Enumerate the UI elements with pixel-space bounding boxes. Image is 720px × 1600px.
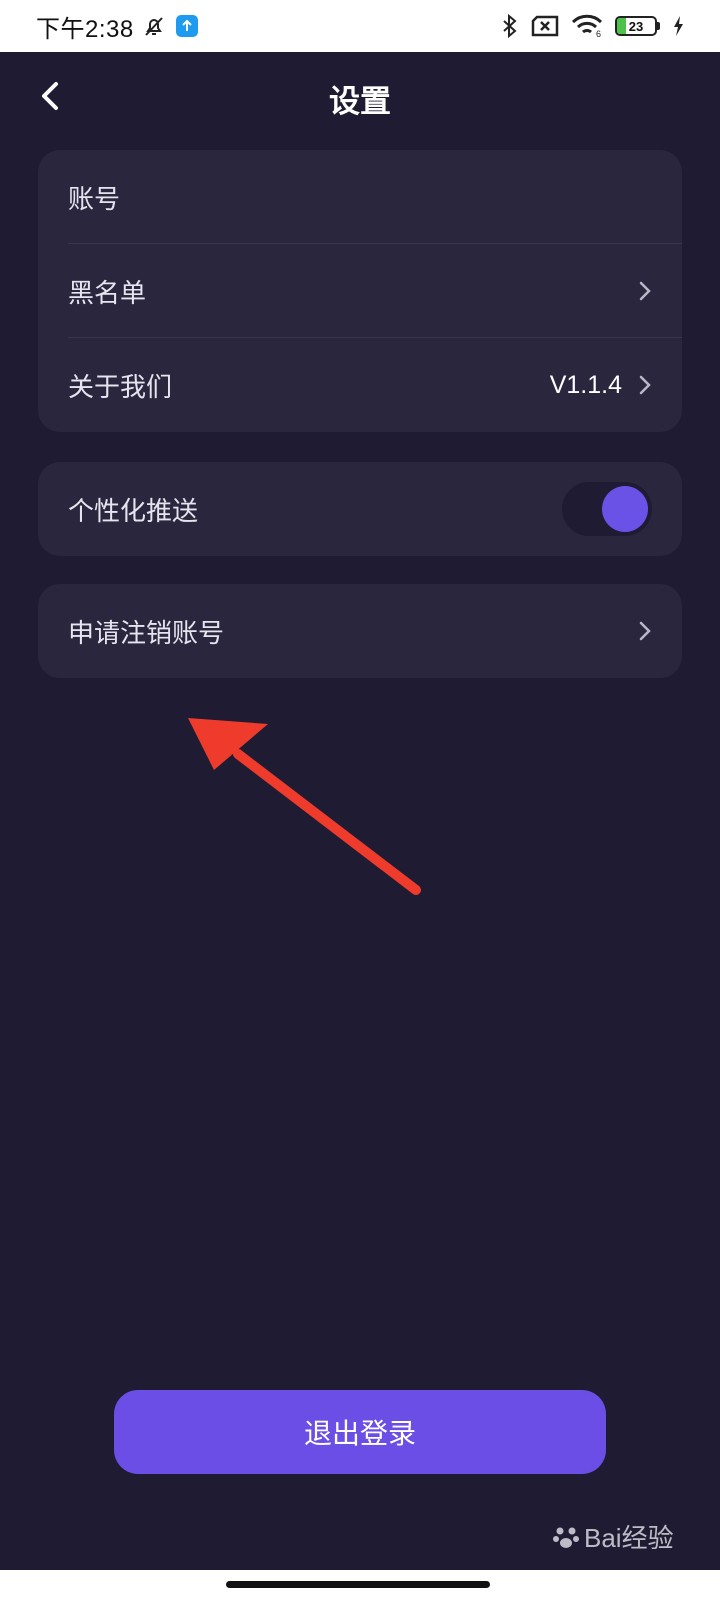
account-label: 账号	[68, 184, 121, 215]
battery-fill	[617, 18, 626, 34]
baidu-watermark: Bai经验	[552, 1518, 674, 1555]
blacklist-label: 黑名单	[68, 278, 147, 309]
chevron-right-icon	[639, 375, 651, 395]
account-settings-card: 账号 黑名单 关于我们 V1.1.4	[38, 150, 682, 432]
personalized-push-row: 个性化推送	[38, 462, 682, 556]
status-time: 下午2:38	[36, 15, 134, 43]
chevron-right-icon	[639, 281, 651, 301]
status-bar: 下午2:38 6 23	[0, 0, 720, 52]
app-notification-icon	[175, 15, 198, 37]
personalized-push-label: 个性化推送	[68, 496, 199, 527]
cancel-account-label: 申请注销账号	[68, 618, 225, 649]
blacklist-row[interactable]: 黑名单	[38, 244, 682, 338]
wifi-icon: 6	[571, 14, 603, 38]
version-value: V1.1.4	[549, 370, 622, 399]
cancel-account-card: 申请注销账号	[38, 584, 682, 678]
logout-button[interactable]: 退出登录	[114, 1390, 606, 1474]
bluetooth-icon	[503, 13, 517, 39]
sim-off-icon	[531, 15, 559, 37]
svg-text:6: 6	[596, 29, 601, 38]
watermark-text: Bai经验	[584, 1523, 674, 1553]
about-us-row[interactable]: 关于我们 V1.1.4	[38, 338, 682, 432]
personalized-push-toggle[interactable]	[562, 482, 652, 536]
battery-icon: 23	[615, 16, 660, 36]
home-indicator[interactable]	[226, 1581, 490, 1588]
account-row[interactable]: 账号	[38, 150, 682, 244]
toggle-knob	[602, 486, 648, 532]
chevron-right-icon	[639, 621, 651, 641]
status-left-icons	[142, 14, 198, 38]
paw-icon	[553, 1527, 579, 1548]
about-us-label: 关于我们	[68, 372, 173, 403]
push-settings-card: 个性化推送	[38, 462, 682, 556]
page-title: 设置	[329, 84, 391, 120]
header: 设置	[0, 52, 720, 140]
battery-level: 23	[628, 18, 644, 34]
charging-icon	[674, 16, 683, 36]
cancel-account-row[interactable]: 申请注销账号	[38, 584, 682, 678]
status-right-icons: 6 23	[501, 13, 684, 39]
bell-off-icon	[144, 17, 163, 36]
